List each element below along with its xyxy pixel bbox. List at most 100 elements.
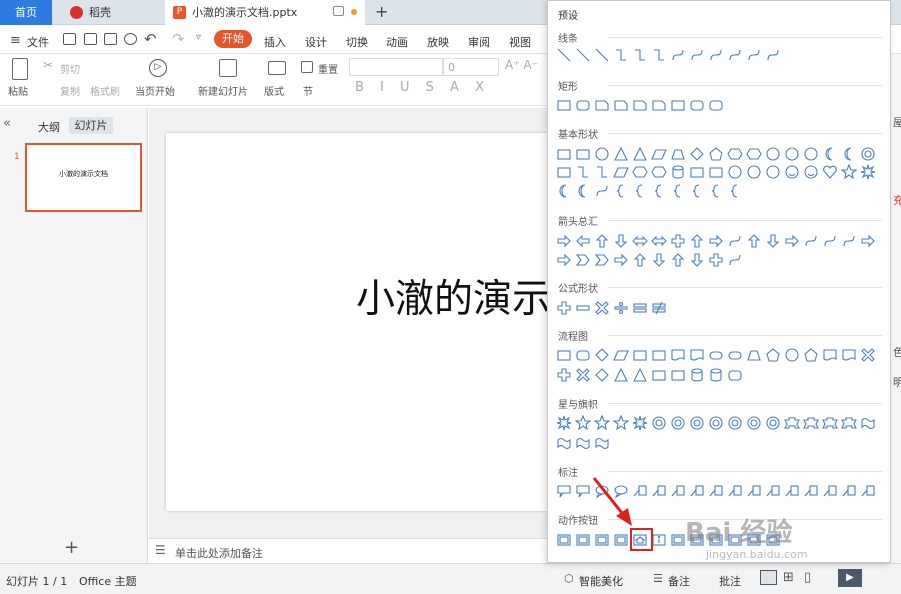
copy-button[interactable]: 复制 (60, 83, 80, 98)
hex-shape-icon[interactable] (651, 164, 667, 180)
term-shape-icon[interactable] (708, 347, 724, 363)
arrD-shape-icon[interactable] (689, 252, 705, 268)
burst-shape-icon[interactable] (556, 415, 572, 431)
curve-shape-icon[interactable] (594, 183, 610, 199)
lcall-shape-icon[interactable] (822, 483, 838, 499)
seal-shape-icon[interactable] (689, 415, 705, 431)
arrL-shape-icon[interactable] (575, 233, 591, 249)
abtn-shape-icon[interactable] (575, 532, 591, 548)
rect-shape-icon[interactable] (651, 367, 667, 383)
abtn-shape-icon[interactable] (556, 532, 572, 548)
lcall-shape-icon[interactable] (708, 483, 724, 499)
tab-slides[interactable]: 幻灯片 (69, 117, 113, 134)
circle-shape-icon[interactable] (803, 146, 819, 162)
curve-shape-icon[interactable] (727, 47, 743, 63)
circle-shape-icon[interactable] (727, 164, 743, 180)
arrU-shape-icon[interactable] (746, 233, 762, 249)
moon-shape-icon[interactable] (556, 183, 572, 199)
para-shape-icon[interactable] (651, 146, 667, 162)
trap-shape-icon[interactable] (670, 146, 686, 162)
beautify-icon[interactable]: ⬡ (564, 572, 574, 585)
notes-placeholder[interactable]: 单击此处添加备注 (175, 545, 263, 561)
notes-toggle-icon[interactable]: ☰ (653, 572, 663, 585)
seal-shape-icon[interactable] (860, 146, 876, 162)
tab-outline[interactable]: 大纲 (38, 119, 60, 135)
star-shape-icon[interactable] (840, 163, 858, 180)
plus-shape-icon[interactable] (556, 367, 572, 383)
rect-shape-icon[interactable] (670, 97, 686, 113)
seal-shape-icon[interactable] (651, 415, 667, 431)
quick-access-dropdown-icon[interactable]: ▿ (196, 32, 201, 43)
lcall-shape-icon[interactable] (765, 483, 781, 499)
cut-icon[interactable]: ✂ (43, 58, 53, 72)
menu-design[interactable]: 设计 (305, 34, 327, 50)
chevron-shape-icon[interactable] (575, 252, 591, 268)
new-tab-icon[interactable]: + (375, 2, 388, 21)
curve-shape-icon[interactable] (670, 47, 686, 63)
seal-shape-icon[interactable] (765, 415, 781, 431)
rect-shape-icon[interactable] (670, 367, 686, 383)
status-theme[interactable]: Office 主题 (79, 573, 137, 589)
brace-shape-icon[interactable] (689, 183, 705, 199)
slide-title[interactable]: 小澈的演示 (356, 268, 551, 324)
line-shape-icon[interactable] (594, 47, 610, 63)
elbow-shape-icon[interactable] (594, 164, 610, 180)
hex-shape-icon[interactable] (632, 164, 648, 180)
redo-icon[interactable]: ↷ (172, 30, 185, 48)
cross-shape-icon[interactable] (670, 233, 686, 249)
comments-button[interactable]: 批注 (719, 573, 741, 589)
cyl-shape-icon[interactable] (670, 164, 686, 180)
brace-shape-icon[interactable] (632, 183, 648, 199)
brace-shape-icon[interactable] (651, 183, 667, 199)
reset-button[interactable]: 重置 (318, 61, 338, 76)
arrD-shape-icon[interactable] (765, 233, 781, 249)
lcall-shape-icon[interactable] (841, 483, 857, 499)
moon-shape-icon[interactable] (575, 183, 591, 199)
menu-insert[interactable]: 插入 (264, 34, 286, 50)
hamburger-icon[interactable]: ≡ (10, 33, 21, 48)
arrR-shape-icon[interactable] (556, 233, 572, 249)
section-button[interactable]: 节 (303, 83, 313, 98)
tri-shape-icon[interactable] (632, 367, 648, 383)
pent-shape-icon[interactable] (708, 146, 724, 162)
lcall-shape-icon[interactable] (746, 483, 762, 499)
snip-shape-icon[interactable] (632, 97, 648, 113)
rrect-shape-icon[interactable] (575, 97, 591, 113)
hex-shape-icon[interactable] (746, 146, 762, 162)
menu-start[interactable]: 开始 (214, 30, 252, 48)
format-painter-button[interactable]: 格式刷 (90, 83, 120, 98)
burst-shape-icon[interactable] (860, 164, 876, 180)
font-family-select[interactable] (349, 58, 443, 76)
smile-shape-icon[interactable] (784, 164, 800, 180)
tab-home[interactable]: 首页 (0, 0, 52, 25)
rect-shape-icon[interactable] (556, 164, 572, 180)
circle-shape-icon[interactable] (765, 164, 781, 180)
chevron-shape-icon[interactable] (594, 252, 610, 268)
wave-shape-icon[interactable] (556, 435, 572, 451)
play-from-current-button[interactable]: 当页开始 (135, 83, 175, 98)
minus-shape-icon[interactable] (575, 300, 591, 316)
preview-icon[interactable] (124, 33, 137, 45)
cyl-shape-icon[interactable] (708, 367, 724, 383)
abtn-shape-icon[interactable] (594, 532, 610, 548)
circle-shape-icon[interactable] (746, 164, 762, 180)
diamond-shape-icon[interactable] (594, 347, 610, 363)
rect-shape-icon[interactable] (556, 347, 572, 363)
font-size-select[interactable]: 0 (443, 58, 499, 76)
mult-shape-icon[interactable] (860, 347, 876, 363)
new-slide-button[interactable]: 新建幻灯片 (198, 83, 248, 98)
cyl-shape-icon[interactable] (689, 367, 705, 383)
elbow-shape-icon[interactable] (632, 47, 648, 63)
pent-shape-icon[interactable] (765, 347, 781, 363)
curve-shape-icon[interactable] (727, 252, 743, 268)
ribbon-shape-icon[interactable] (822, 415, 838, 431)
callout-shape-icon[interactable] (556, 483, 572, 499)
print-icon[interactable] (104, 33, 117, 45)
elbow-shape-icon[interactable] (651, 47, 667, 63)
doc-shape-icon[interactable] (670, 347, 686, 363)
doc-shape-icon[interactable] (841, 347, 857, 363)
curve-shape-icon[interactable] (765, 47, 781, 63)
brace-shape-icon[interactable] (727, 183, 743, 199)
wave-shape-icon[interactable] (594, 435, 610, 451)
curve-shape-icon[interactable] (746, 47, 762, 63)
